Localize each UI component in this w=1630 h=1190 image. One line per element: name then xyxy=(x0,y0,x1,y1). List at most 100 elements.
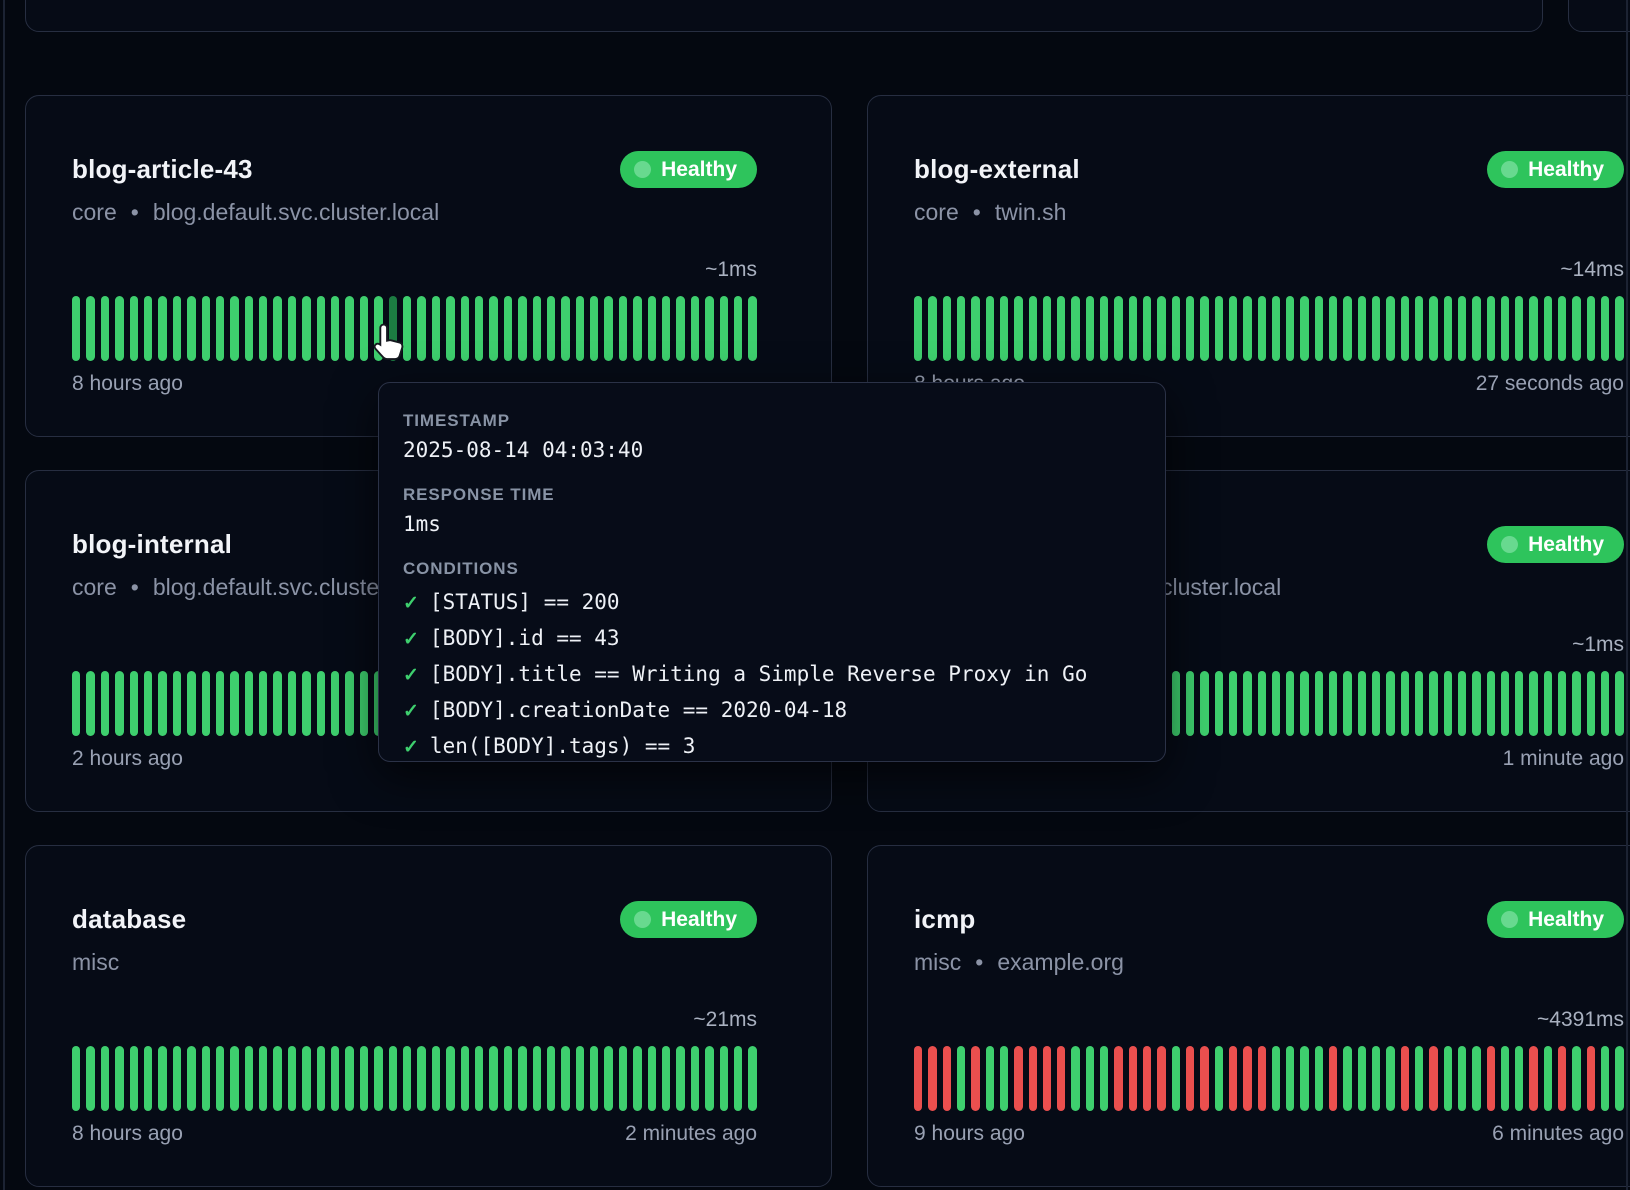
uptime-bar[interactable] xyxy=(1587,296,1595,361)
uptime-bar[interactable] xyxy=(1172,671,1180,736)
uptime-bar[interactable] xyxy=(1572,1046,1580,1111)
uptime-bar[interactable] xyxy=(461,296,469,361)
uptime-bar[interactable] xyxy=(1401,1046,1409,1111)
uptime-bar[interactable] xyxy=(1258,296,1266,361)
uptime-bar[interactable] xyxy=(1429,671,1437,736)
uptime-bar[interactable] xyxy=(115,1046,123,1111)
uptime-bar[interactable] xyxy=(1043,296,1051,361)
uptime-bar[interactable] xyxy=(130,296,138,361)
uptime-bar[interactable] xyxy=(187,671,195,736)
uptime-bar[interactable] xyxy=(1343,296,1351,361)
uptime-bar[interactable] xyxy=(518,296,526,361)
uptime-bar[interactable] xyxy=(245,671,253,736)
uptime-bar[interactable] xyxy=(130,1046,138,1111)
uptime-bar[interactable] xyxy=(432,1046,440,1111)
uptime-bar[interactable] xyxy=(259,671,267,736)
uptime-bar[interactable] xyxy=(533,296,541,361)
uptime-bar[interactable] xyxy=(273,296,281,361)
uptime-bar[interactable] xyxy=(1415,296,1423,361)
uptime-bar[interactable] xyxy=(748,296,756,361)
uptime-bar[interactable] xyxy=(1372,671,1380,736)
uptime-bar[interactable] xyxy=(576,296,584,361)
uptime-bar[interactable] xyxy=(1358,671,1366,736)
uptime-bar[interactable] xyxy=(230,1046,238,1111)
uptime-bar[interactable] xyxy=(547,296,555,361)
uptime-bar[interactable] xyxy=(1487,1046,1495,1111)
uptime-bar[interactable] xyxy=(1415,1046,1423,1111)
uptime-bar[interactable] xyxy=(259,1046,267,1111)
uptime-bar[interactable] xyxy=(1458,1046,1466,1111)
uptime-bar[interactable] xyxy=(1601,671,1609,736)
uptime-bar[interactable] xyxy=(604,296,612,361)
uptime-bar[interactable] xyxy=(1029,296,1037,361)
uptime-bar[interactable] xyxy=(1258,671,1266,736)
uptime-bar[interactable] xyxy=(561,1046,569,1111)
uptime-bar[interactable] xyxy=(1272,1046,1280,1111)
uptime-bar[interactable] xyxy=(317,296,325,361)
uptime-bar[interactable] xyxy=(1501,296,1509,361)
uptime-bar[interactable] xyxy=(504,296,512,361)
uptime-bar[interactable] xyxy=(1401,296,1409,361)
uptime-bar[interactable] xyxy=(748,1046,756,1111)
uptime-bar[interactable] xyxy=(971,1046,979,1111)
uptime-bar[interactable] xyxy=(1558,296,1566,361)
uptime-bar[interactable] xyxy=(648,1046,656,1111)
uptime-bar[interactable] xyxy=(561,296,569,361)
uptime-bar[interactable] xyxy=(1014,1046,1022,1111)
uptime-bar[interactable] xyxy=(1215,296,1223,361)
uptime-bar[interactable] xyxy=(734,296,742,361)
uptime-bar[interactable] xyxy=(1343,1046,1351,1111)
uptime-bar[interactable] xyxy=(475,1046,483,1111)
uptime-bar[interactable] xyxy=(1329,671,1337,736)
uptime-bar[interactable] xyxy=(158,671,166,736)
uptime-bar[interactable] xyxy=(72,296,80,361)
uptime-bar[interactable] xyxy=(1000,296,1008,361)
uptime-bar[interactable] xyxy=(676,1046,684,1111)
uptime-bar[interactable] xyxy=(115,671,123,736)
uptime-bar[interactable] xyxy=(1000,1046,1008,1111)
uptime-bar[interactable] xyxy=(1300,296,1308,361)
uptime-bar[interactable] xyxy=(1386,1046,1394,1111)
uptime-bar[interactable] xyxy=(633,1046,641,1111)
uptime-bar[interactable] xyxy=(1372,296,1380,361)
uptime-bar[interactable] xyxy=(1572,296,1580,361)
uptime-bar[interactable] xyxy=(72,1046,80,1111)
uptime-bar[interactable] xyxy=(676,296,684,361)
uptime-bar[interactable] xyxy=(216,671,224,736)
uptime-bar[interactable] xyxy=(72,671,80,736)
uptime-bar[interactable] xyxy=(1315,671,1323,736)
uptime-bar[interactable] xyxy=(705,1046,713,1111)
endpoint-card-database[interactable]: database Healthy misc ~21ms 8 hours ago … xyxy=(25,845,832,1187)
uptime-bar[interactable] xyxy=(1472,296,1480,361)
uptime-bar[interactable] xyxy=(245,296,253,361)
uptime-bar[interactable] xyxy=(1558,671,1566,736)
uptime-bar[interactable] xyxy=(403,296,411,361)
uptime-bar[interactable] xyxy=(374,296,382,361)
uptime-bar[interactable] xyxy=(1043,1046,1051,1111)
uptime-bar[interactable] xyxy=(1086,1046,1094,1111)
uptime-bar[interactable] xyxy=(1386,296,1394,361)
uptime-bar[interactable] xyxy=(1544,296,1552,361)
uptime-bar[interactable] xyxy=(374,1046,382,1111)
uptime-bar[interactable] xyxy=(360,296,368,361)
uptime-bar[interactable] xyxy=(662,296,670,361)
uptime-bar[interactable] xyxy=(1143,1046,1151,1111)
uptime-bar[interactable] xyxy=(417,1046,425,1111)
uptime-bar[interactable] xyxy=(1286,296,1294,361)
uptime-bar[interactable] xyxy=(1429,1046,1437,1111)
uptime-bar[interactable] xyxy=(1114,1046,1122,1111)
uptime-bar[interactable] xyxy=(1343,671,1351,736)
uptime-bar[interactable] xyxy=(302,671,310,736)
uptime-bar[interactable] xyxy=(288,1046,296,1111)
uptime-bar[interactable] xyxy=(1229,296,1237,361)
uptime-bar[interactable] xyxy=(317,1046,325,1111)
uptime-bar[interactable] xyxy=(273,1046,281,1111)
uptime-bar[interactable] xyxy=(101,671,109,736)
uptime-bar[interactable] xyxy=(1358,296,1366,361)
uptime-bar[interactable] xyxy=(1444,296,1452,361)
uptime-bar[interactable] xyxy=(345,1046,353,1111)
uptime-bar[interactable] xyxy=(1243,671,1251,736)
uptime-bar[interactable] xyxy=(1529,296,1537,361)
uptime-bar[interactable] xyxy=(1472,671,1480,736)
uptime-bar[interactable] xyxy=(1315,296,1323,361)
